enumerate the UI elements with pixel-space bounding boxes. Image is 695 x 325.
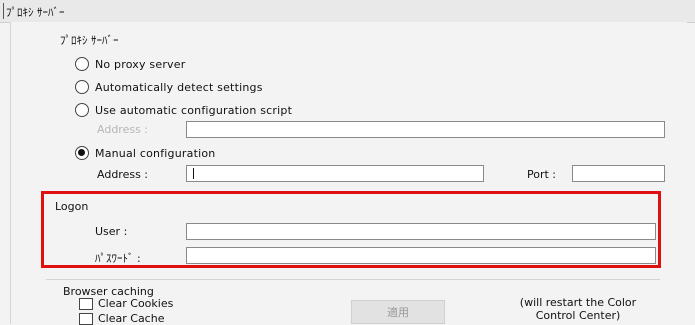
- port-field[interactable]: [572, 165, 665, 182]
- clear-cookies-checkbox-row[interactable]: Clear Cookies: [79, 297, 173, 310]
- clear-cache-label: Clear Cache: [98, 312, 165, 325]
- radio-button-selected[interactable]: [75, 146, 89, 160]
- radio-label-manual-config: Manual configuration: [95, 146, 216, 160]
- script-address-field[interactable]: [186, 121, 665, 138]
- radio-label-auto-config-script: Use automatic configuration script: [95, 103, 293, 117]
- apply-button[interactable]: 適用: [351, 300, 445, 324]
- restart-note-line2: Control Center): [535, 309, 621, 322]
- window-title-bar: ﾌﾟﾛｷｼ ｻｰﾊﾞｰ: [0, 0, 695, 23]
- port-label: Port :: [527, 168, 557, 181]
- radio-auto-config-script[interactable]: Use automatic configuration script: [75, 103, 292, 117]
- title-edge: [3, 3, 4, 19]
- radio-manual-config[interactable]: Manual configuration: [75, 146, 215, 160]
- radio-auto-detect[interactable]: Automatically detect settings: [75, 80, 263, 94]
- clear-cookies-checkbox[interactable]: [79, 297, 93, 310]
- clear-cache-checkbox-row[interactable]: Clear Cache: [79, 312, 164, 325]
- radio-no-proxy[interactable]: No proxy server: [75, 57, 185, 71]
- radio-label-no-proxy: No proxy server: [95, 57, 186, 71]
- radio-label-auto-detect: Automatically detect settings: [95, 80, 263, 94]
- manual-address-label: Address :: [97, 168, 149, 181]
- script-address-label: Address :: [97, 123, 149, 136]
- highlight-box: [41, 191, 661, 268]
- radio-button[interactable]: [75, 80, 89, 94]
- window-title: ﾌﾟﾛｷｼ ｻｰﾊﾞｰ: [6, 6, 65, 19]
- restart-note: (will restart the Color Control Center): [508, 296, 648, 322]
- clear-cookies-label: Clear Cookies: [98, 297, 174, 310]
- manual-address-field[interactable]: [186, 165, 484, 182]
- restart-note-line1: (will restart the Color: [519, 296, 637, 309]
- proxy-group-title: ﾌﾟﾛｷｼ ｻｰﾊﾞｰ: [60, 34, 119, 47]
- radio-button[interactable]: [75, 103, 89, 117]
- radio-button[interactable]: [75, 57, 89, 71]
- clear-cache-checkbox[interactable]: [79, 312, 93, 325]
- section-divider: [46, 279, 660, 280]
